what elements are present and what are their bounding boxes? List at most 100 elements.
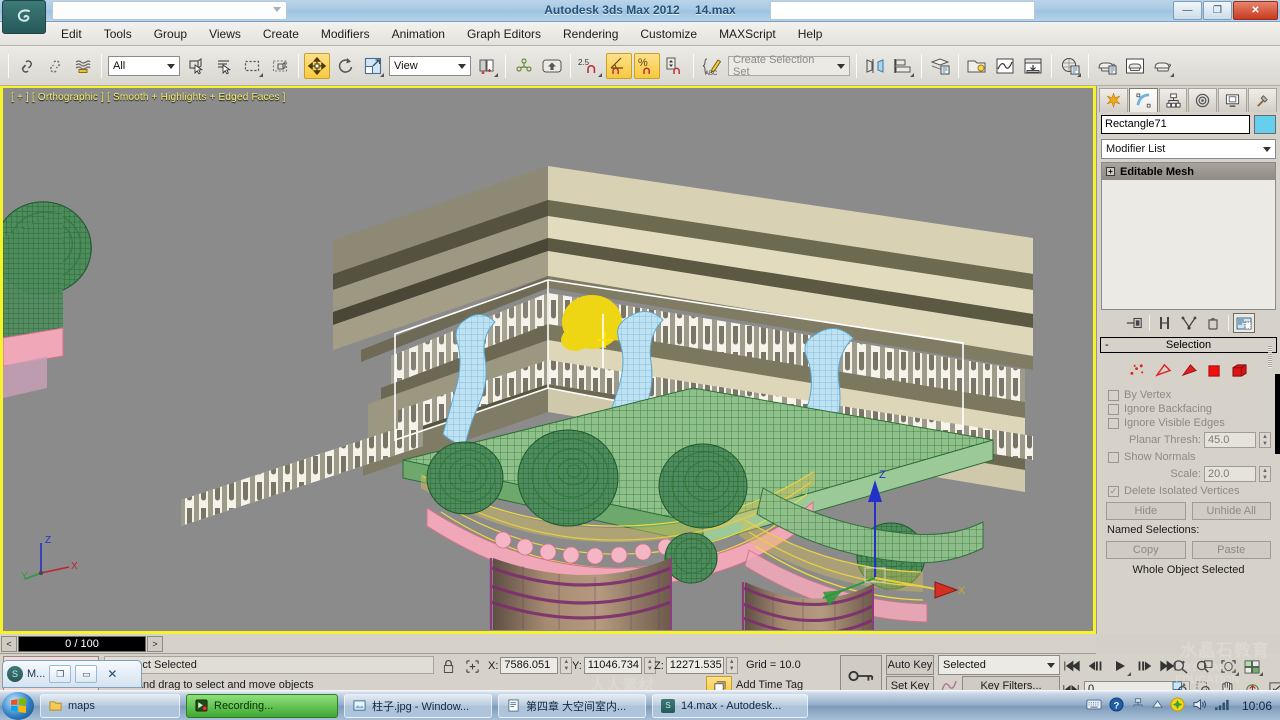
close-button[interactable]: ✕: [1233, 1, 1278, 20]
zoom-extents-all-button[interactable]: [1240, 655, 1264, 677]
copy-button[interactable]: Copy: [1106, 541, 1186, 559]
z-coordinate-input[interactable]: 12271.535: [665, 657, 724, 674]
by-vertex-checkbox-row[interactable]: By Vertex: [1106, 388, 1271, 402]
object-color-swatch[interactable]: [1254, 115, 1276, 134]
edit-named-selection-sets-button[interactable]: ABC: [699, 53, 725, 79]
delete-isolated-vertices-checkbox[interactable]: ✓: [1108, 485, 1119, 497]
window-crossing-toggle-button[interactable]: [267, 53, 293, 79]
restore-button[interactable]: ❐: [49, 665, 72, 683]
select-and-move-button[interactable]: [304, 52, 330, 79]
modifier-stack[interactable]: + Editable Mesh: [1101, 162, 1276, 310]
close-button[interactable]: ✕: [101, 665, 123, 683]
maximize-button[interactable]: ❐: [1203, 1, 1232, 20]
delete-isolated-vertices-row[interactable]: ✓ Delete Isolated Vertices: [1106, 484, 1271, 498]
taskbar-item-image[interactable]: 柱子.jpg - Window...: [344, 693, 492, 718]
previous-key-button[interactable]: <: [1, 635, 17, 652]
select-and-scale-button[interactable]: [360, 53, 386, 79]
minimized-maxscript-window[interactable]: S M... ❐ ▭ ✕: [2, 660, 142, 688]
hide-button[interactable]: Hide: [1106, 502, 1186, 520]
taskbar-item-document[interactable]: 第四章 大空间室内...: [498, 693, 646, 718]
vertex-sub-object-icon[interactable]: [1129, 363, 1146, 381]
show-normals-checkbox[interactable]: [1108, 451, 1119, 463]
pin-stack-button[interactable]: [1123, 313, 1145, 333]
signal-tray-icon[interactable]: [1214, 698, 1231, 714]
menu-item-animation[interactable]: Animation: [381, 24, 456, 44]
selection-level-combo[interactable]: Selected: [938, 655, 1060, 675]
edge-sub-object-icon[interactable]: [1155, 363, 1172, 381]
play-animation-button[interactable]: [1108, 655, 1132, 677]
menu-item-customize[interactable]: Customize: [629, 24, 708, 44]
named-selection-set-combo[interactable]: Create Selection Set: [728, 54, 850, 78]
scale-input[interactable]: 20.0: [1204, 466, 1256, 482]
command-panel-scrollbar[interactable]: [1275, 112, 1280, 612]
viewport-label[interactable]: [ + ] [ Orthographic ] [ Smooth + Highli…: [11, 92, 286, 103]
reference-coordinate-system-combo[interactable]: View: [389, 55, 471, 76]
select-link-button[interactable]: [14, 53, 40, 79]
bind-to-space-warp-button[interactable]: [70, 53, 96, 79]
expand-icon[interactable]: +: [1106, 167, 1115, 176]
use-center-flyout-button[interactable]: [474, 53, 500, 79]
next-frame-button[interactable]: [1132, 655, 1156, 677]
mirror-button[interactable]: [862, 53, 888, 79]
tab-display[interactable]: [1218, 88, 1248, 112]
panel-grip[interactable]: [1268, 346, 1272, 368]
modifier-list-dropdown[interactable]: Modifier List: [1101, 139, 1276, 159]
graphite-modeling-tools-button[interactable]: [964, 53, 990, 79]
menu-item-maxscript[interactable]: MAXScript: [708, 24, 787, 44]
object-name-input[interactable]: Rectangle71: [1101, 115, 1250, 134]
select-and-manipulate-button[interactable]: [511, 53, 537, 79]
x-coordinate-input[interactable]: 7586.051: [500, 657, 559, 674]
scrollbar-thumb[interactable]: [1275, 374, 1280, 454]
show-end-result-button[interactable]: [1154, 313, 1176, 333]
selection-rollout-header[interactable]: - Selection: [1100, 337, 1277, 353]
show-normals-checkbox-row[interactable]: Show Normals: [1106, 450, 1271, 464]
modifier-stack-item-editable-mesh[interactable]: + Editable Mesh: [1102, 163, 1275, 180]
taskbar-item-recording[interactable]: Recording...: [186, 693, 338, 718]
tab-create[interactable]: [1099, 88, 1128, 112]
taskbar-item-max[interactable]: S 14.max - Autodesk...: [652, 693, 808, 718]
menu-item-tools[interactable]: Tools: [93, 24, 143, 44]
spinner-snap-toggle-button[interactable]: [662, 53, 688, 79]
taskbar-clock[interactable]: 10:06: [1238, 699, 1272, 713]
antivirus-tray-icon[interactable]: [1170, 696, 1185, 715]
menu-item-create[interactable]: Create: [252, 24, 310, 44]
make-unique-button[interactable]: [1178, 313, 1200, 333]
menu-item-graph-editors[interactable]: Graph Editors: [456, 24, 552, 44]
ignore-backfacing-checkbox-row[interactable]: Ignore Backfacing: [1106, 402, 1271, 416]
planar-threshold-input[interactable]: 45.0: [1204, 432, 1256, 448]
tab-hierarchy[interactable]: [1158, 88, 1188, 112]
keyboard-tray-icon[interactable]: [1086, 699, 1102, 713]
keyboard-shortcut-override-button[interactable]: [539, 53, 565, 79]
select-and-rotate-button[interactable]: [332, 53, 358, 79]
y-coordinate-input[interactable]: 11046.734: [583, 657, 642, 674]
add-time-tag-label[interactable]: Add Time Tag: [736, 676, 803, 691]
menu-item-edit[interactable]: Edit: [50, 24, 93, 44]
menu-item-views[interactable]: Views: [198, 24, 252, 44]
current-frame-display[interactable]: 0 / 100: [18, 635, 146, 652]
menu-item-modifiers[interactable]: Modifiers: [310, 24, 381, 44]
scale-spinner[interactable]: ▲ ▼: [1259, 466, 1271, 482]
next-key-button[interactable]: >: [147, 635, 163, 652]
application-menu-button[interactable]: [2, 0, 46, 34]
planar-threshold-spinner[interactable]: ▲ ▼: [1259, 432, 1271, 448]
face-sub-object-icon[interactable]: [1181, 363, 1198, 381]
collapse-icon[interactable]: -: [1105, 339, 1109, 351]
viewport-orthographic[interactable]: [ + ] [ Orthographic ] [ Smooth + Highli…: [0, 86, 1096, 634]
polygon-sub-object-icon[interactable]: [1207, 363, 1222, 381]
zoom-all-button[interactable]: [1192, 655, 1216, 677]
percent-snap-toggle-button[interactable]: %: [634, 52, 660, 79]
configure-modifier-sets-button[interactable]: [1232, 313, 1255, 333]
help-tray-icon[interactable]: ?: [1109, 696, 1124, 715]
layer-manager-button[interactable]: [927, 53, 953, 79]
show-hidden-icons-button[interactable]: [1152, 699, 1163, 712]
menu-item-rendering[interactable]: Rendering: [552, 24, 629, 44]
z-coordinate-spinner[interactable]: ▲ ▼: [725, 657, 738, 674]
align-flyout-button[interactable]: [890, 53, 916, 79]
curve-editor-button[interactable]: [992, 53, 1018, 79]
ignore-visible-edges-checkbox[interactable]: [1108, 417, 1119, 429]
element-sub-object-icon[interactable]: [1231, 363, 1248, 381]
angle-snap-toggle-button[interactable]: [606, 52, 632, 79]
x-coordinate-spinner[interactable]: ▲ ▼: [560, 657, 573, 674]
network-tray-icon[interactable]: [1131, 698, 1145, 713]
start-button[interactable]: [2, 691, 34, 720]
